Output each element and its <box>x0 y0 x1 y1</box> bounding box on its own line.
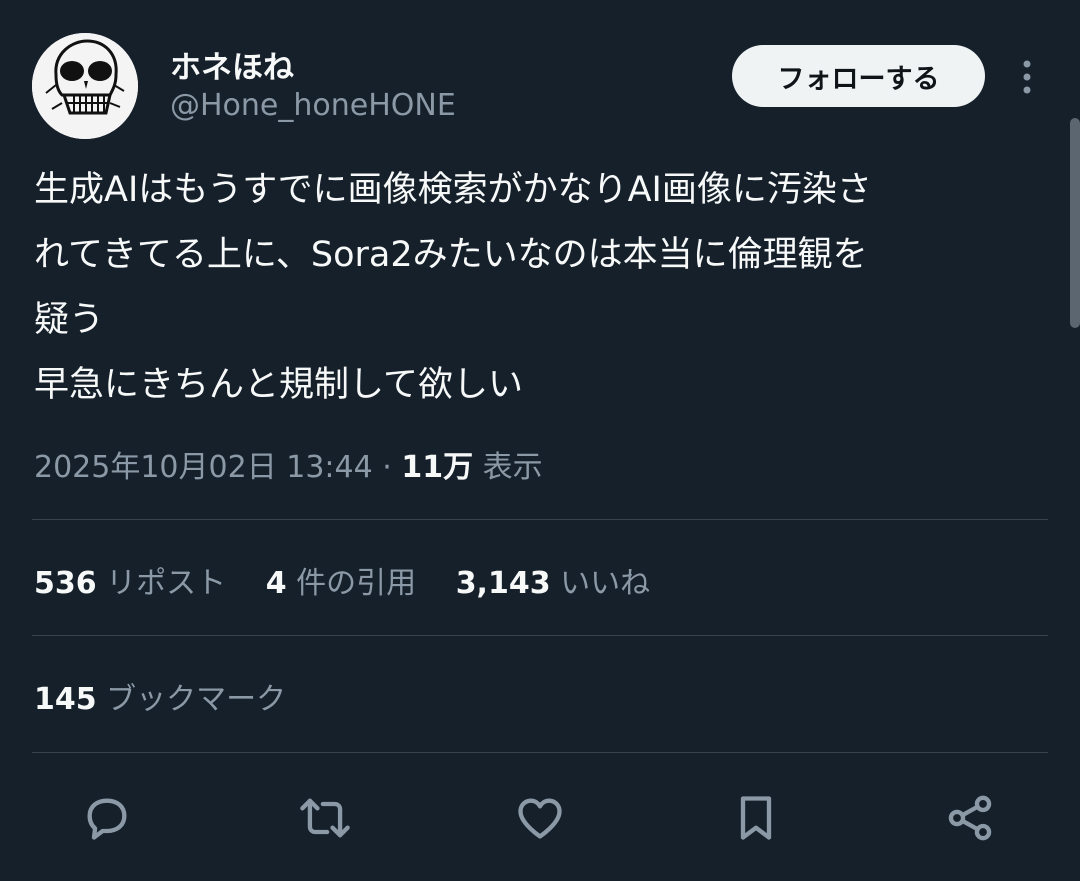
divider <box>32 752 1048 753</box>
reposts-stat[interactable]: 536 リポスト <box>34 566 236 601</box>
tweet-meta: 2025年10月02日 13:44 · 11万 表示 <box>34 442 543 486</box>
more-vertical-icon[interactable] <box>1009 56 1045 98</box>
skull-avatar-icon <box>32 33 138 139</box>
reposts-label: リポスト <box>106 566 227 601</box>
meta-separator: · <box>382 450 392 485</box>
quotes-count: 4 <box>265 566 287 601</box>
scrollbar[interactable] <box>1070 118 1080 328</box>
tweet-line: 早急にきちんと規制して欲しい <box>34 365 523 405</box>
quotes-label: 件の引用 <box>296 566 417 601</box>
divider <box>32 635 1048 636</box>
likes-count: 3,143 <box>455 566 551 601</box>
reposts-count: 536 <box>34 566 97 601</box>
views-count: 11万 <box>401 450 474 485</box>
repost-icon[interactable] <box>297 790 353 846</box>
bookmarks-count: 145 <box>34 682 97 717</box>
tweet-text: 生成AIはもうすでに画像検索がかなりAI画像に汚染さ れてきてる上に、Sora2… <box>34 158 1044 418</box>
bookmarks-stat[interactable]: 145 ブックマーク <box>34 674 286 718</box>
views-label: 表示 <box>482 450 543 485</box>
quotes-stat[interactable]: 4 件の引用 <box>266 566 426 601</box>
bookmark-icon[interactable] <box>728 790 784 846</box>
likes-label: いいね <box>560 566 651 601</box>
bookmarks-label: ブックマーク <box>106 682 287 717</box>
tweet-line: れてきてる上に、Sora2みたいなのは本当に倫理観を <box>34 235 868 275</box>
like-icon[interactable] <box>512 790 568 846</box>
reply-icon[interactable] <box>79 790 135 846</box>
tweet-line: 疑う <box>34 300 105 340</box>
share-icon[interactable] <box>942 790 998 846</box>
avatar[interactable] <box>32 33 138 139</box>
timestamp[interactable]: 2025年10月02日 13:44 <box>34 450 373 485</box>
stats-row: 536 リポスト 4 件の引用 3,143 いいね <box>34 558 680 602</box>
divider <box>32 519 1048 520</box>
likes-stat[interactable]: 3,143 いいね <box>456 566 650 601</box>
author-handle[interactable]: @Hone_honeHONE <box>170 88 456 123</box>
tweet-line: 生成AIはもうすでに画像検索がかなりAI画像に汚染さ <box>34 170 872 210</box>
follow-button[interactable]: フォローする <box>732 45 985 107</box>
author-display-name[interactable]: ホネほね <box>170 42 294 87</box>
